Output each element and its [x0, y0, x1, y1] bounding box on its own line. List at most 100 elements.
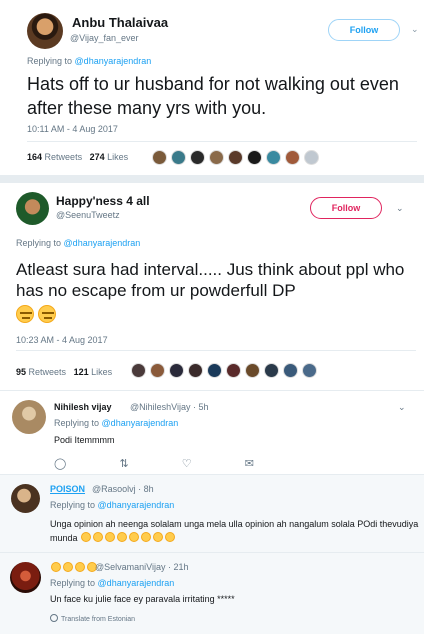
replying-to: Replying to @dhanyarajendran [50, 578, 174, 588]
liker-avatar[interactable] [207, 363, 222, 378]
likers-avatars [152, 150, 323, 166]
display-name[interactable]: POISON [50, 484, 85, 494]
display-name[interactable]: Happy'ness 4 all [56, 194, 150, 208]
liker-avatar[interactable] [190, 150, 205, 165]
follow-button[interactable]: Follow [328, 19, 400, 41]
liker-avatar[interactable] [283, 363, 298, 378]
liker-avatar[interactable] [228, 150, 243, 165]
retweet-icon[interactable]: ⇅ [119, 457, 128, 470]
emoji-icon [63, 562, 73, 572]
chevron-down-icon[interactable]: ⌄ [411, 24, 419, 35]
laughing-face-icon [153, 532, 164, 542]
divider [27, 141, 417, 142]
avatar[interactable] [16, 192, 49, 225]
engagement-stats: 164 Retweets 274 Likes [27, 152, 128, 162]
display-name[interactable]: Anbu Thalaivaa [72, 15, 168, 30]
follow-button[interactable]: Follow [310, 197, 382, 219]
replying-handle-link[interactable]: @dhanyarajendran [98, 578, 175, 588]
replying-to: Replying to @dhanyarajendran [27, 56, 151, 66]
retweets-label[interactable]: Retweets [45, 152, 83, 162]
liker-avatar[interactable] [131, 363, 146, 378]
likes-label[interactable]: Likes [91, 367, 112, 377]
replying-label: Replying to [27, 56, 73, 66]
display-name[interactable]: Nihilesh vijay [54, 402, 112, 412]
retweets-count[interactable]: 95 [16, 367, 26, 377]
liker-avatar[interactable] [264, 363, 279, 378]
display-name[interactable] [50, 562, 98, 573]
avatar[interactable] [12, 400, 46, 434]
chevron-down-icon[interactable]: ⌄ [398, 402, 406, 413]
replying-label: Replying to [50, 578, 96, 588]
section-divider [0, 175, 424, 183]
liker-avatar[interactable] [304, 150, 319, 165]
retweets-count[interactable]: 164 [27, 152, 42, 162]
replying-handle-link[interactable]: @dhanyarajendran [64, 238, 141, 248]
likes-label[interactable]: Likes [107, 152, 128, 162]
avatar[interactable] [11, 484, 40, 513]
liker-avatar[interactable] [266, 150, 281, 165]
globe-icon [50, 614, 58, 622]
message-icon[interactable]: ✉ [245, 457, 254, 470]
emoji-group [16, 305, 60, 323]
avatar[interactable] [27, 13, 63, 49]
laughing-face-icon [81, 532, 92, 542]
replying-label: Replying to [16, 238, 62, 248]
liker-avatar[interactable] [285, 150, 300, 165]
replying-label: Replying to [50, 500, 96, 510]
liker-avatar[interactable] [245, 363, 260, 378]
reply-icon[interactable]: ◯ [54, 457, 66, 470]
tweet-text: Atleast sura had interval..... Jus think… [16, 260, 405, 300]
liker-avatar[interactable] [302, 363, 317, 378]
user-handle[interactable]: @NihileshVijay · 5h [130, 402, 209, 412]
timestamp[interactable]: 10:23 AM - 4 Aug 2017 [16, 335, 108, 345]
laughing-face-icon [129, 532, 140, 542]
laughing-face-icon [141, 532, 152, 542]
avatar[interactable] [10, 562, 41, 593]
tweet-card: Happy'ness 4 all @SeenuTweetz Follow ⌄ R… [0, 183, 424, 388]
reply-text: Un face ku julie face ey paravala irrita… [50, 594, 235, 604]
liker-avatar[interactable] [188, 363, 203, 378]
liker-avatar[interactable] [169, 363, 184, 378]
translate-link[interactable]: Translate from Estonian [50, 614, 135, 623]
retweets-label[interactable]: Retweets [29, 367, 67, 377]
unamused-face-icon [38, 305, 56, 323]
replying-handle-link[interactable]: @dhanyarajendran [75, 56, 152, 66]
likers-avatars [131, 363, 321, 378]
liker-avatar[interactable] [247, 150, 262, 165]
replying-to: Replying to @dhanyarajendran [54, 418, 178, 428]
likes-count[interactable]: 274 [90, 152, 105, 162]
chevron-down-icon[interactable]: ⌄ [396, 203, 404, 214]
replying-to: Replying to @dhanyarajendran [16, 238, 140, 248]
tweet-card: Anbu Thalaivaa @Vijay_fan_ever Follow ⌄ … [0, 0, 424, 175]
unamused-face-icon [16, 305, 34, 323]
tweet-text: Hats off to ur husband for not walking o… [27, 74, 399, 118]
liker-avatar[interactable] [150, 363, 165, 378]
user-handle[interactable]: @Vijay_fan_ever [70, 33, 139, 43]
user-handle[interactable]: @Rasoolvj · 8h [92, 484, 154, 494]
replying-handle-link[interactable]: @dhanyarajendran [98, 500, 175, 510]
likes-count[interactable]: 121 [74, 367, 89, 377]
replying-handle-link[interactable]: @dhanyarajendran [102, 418, 179, 428]
reply-card[interactable]: @SelvamaniVijay · 21h Replying to @dhany… [0, 552, 424, 634]
laughing-face-icon [93, 532, 104, 542]
laughing-face-icon [165, 532, 176, 542]
liker-avatar[interactable] [152, 150, 167, 165]
laughing-face-icon [105, 532, 116, 542]
translate-label[interactable]: Translate from Estonian [61, 616, 135, 623]
reply-card[interactable]: POISON @Rasoolvj · 8h Replying to @dhany… [0, 474, 424, 552]
liker-avatar[interactable] [226, 363, 241, 378]
liker-avatar[interactable] [209, 150, 224, 165]
user-handle[interactable]: @SeenuTweetz [56, 210, 120, 220]
divider [16, 350, 416, 351]
reply-text: Podi Itemmmm [54, 435, 115, 445]
replying-label: Replying to [54, 418, 100, 428]
user-handle[interactable]: @SelvamaniVijay · 21h [95, 562, 189, 572]
reply-text: Unga opinion ah neenga solalam unga mela… [50, 517, 420, 545]
like-icon[interactable]: ♡ [182, 457, 192, 470]
emoji-icon [51, 562, 61, 572]
liker-avatar[interactable] [171, 150, 186, 165]
action-bar: ◯ ⇅ ♡ ✉ [54, 457, 254, 470]
reply-card[interactable]: Nihilesh vijay @NihileshVijay · 5h ⌄ Rep… [0, 390, 424, 474]
timestamp[interactable]: 10:11 AM - 4 Aug 2017 [27, 124, 118, 134]
replying-to: Replying to @dhanyarajendran [50, 500, 174, 510]
